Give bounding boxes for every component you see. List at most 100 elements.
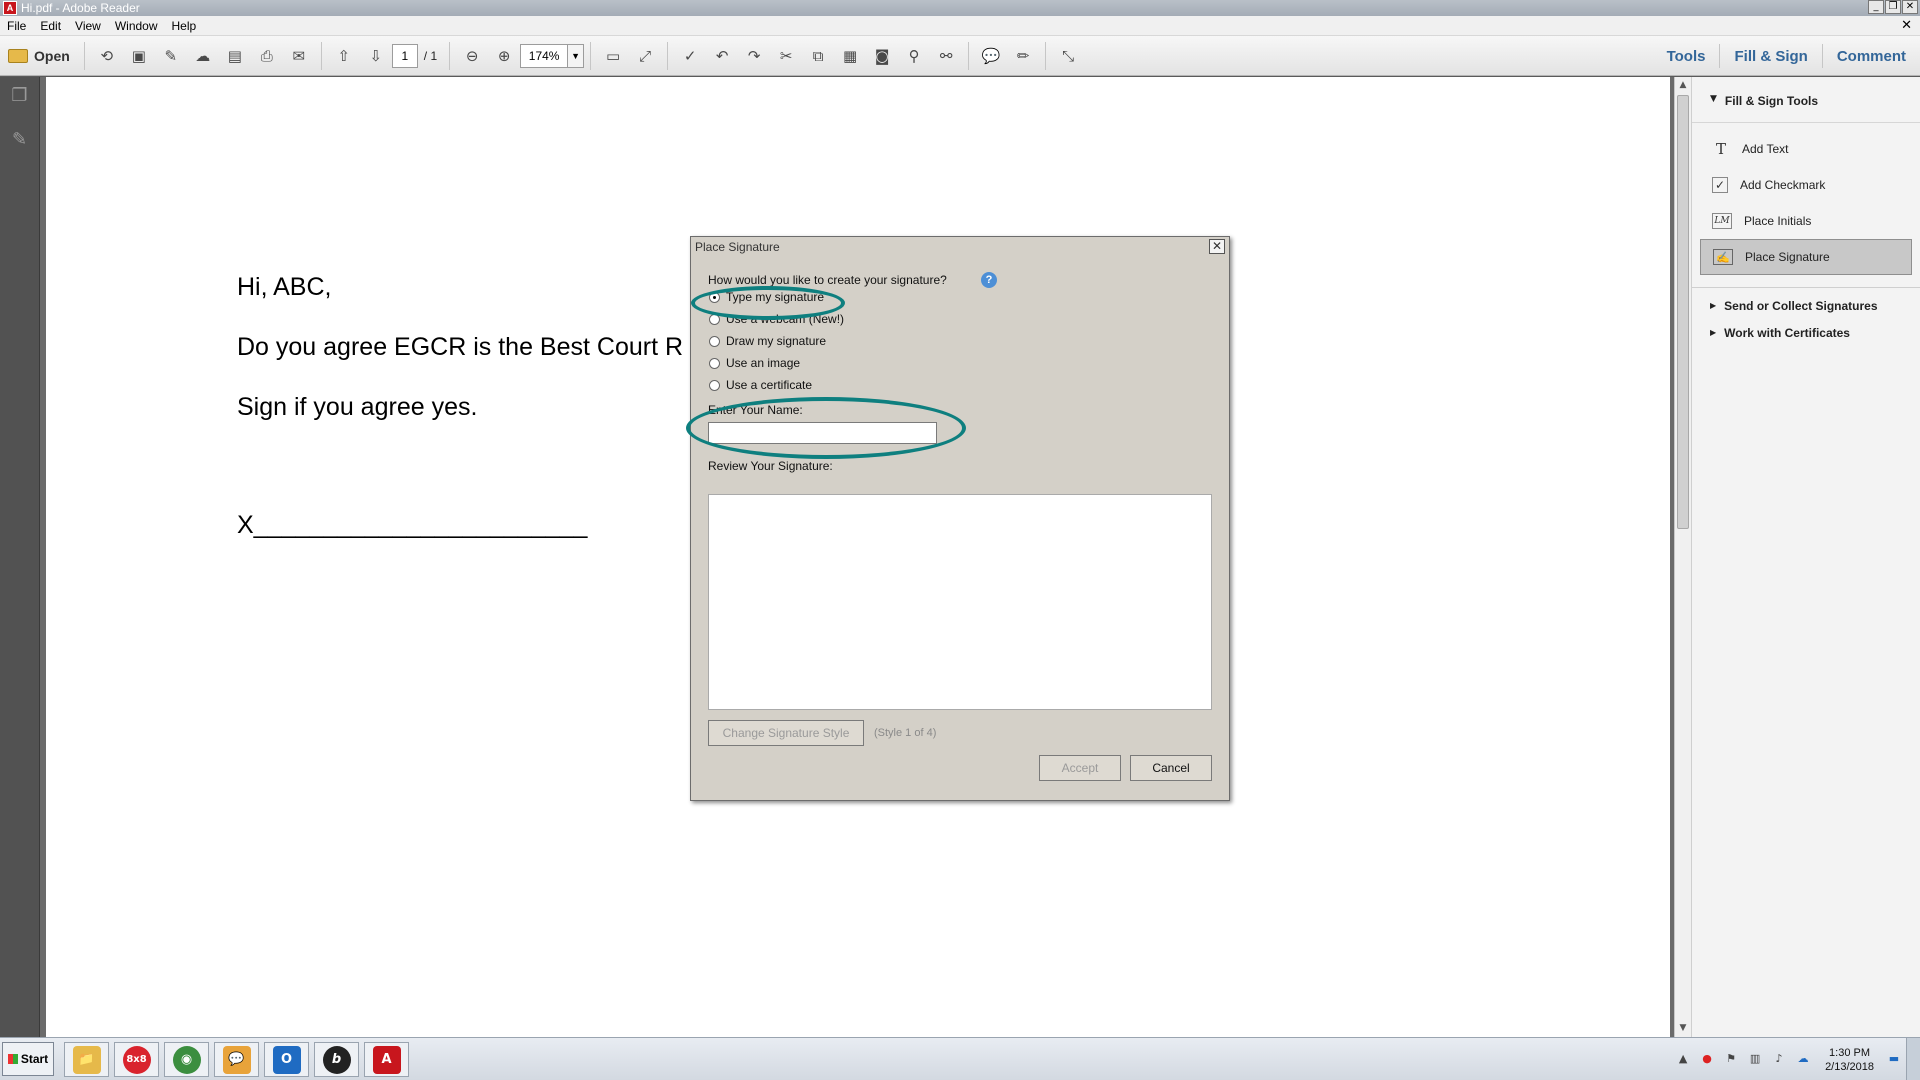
zoom-in-icon[interactable]: ⊕ (490, 42, 518, 70)
tray-red-app-icon[interactable]: ● (1699, 1052, 1715, 1068)
radio-use-image[interactable] (709, 357, 720, 369)
place-initials-tool[interactable]: LM Place Initials (1692, 203, 1920, 239)
edit-pdf-icon[interactable]: ✎ (157, 42, 185, 70)
full-screen-icon[interactable]: ⤢ (631, 42, 659, 70)
work-with-certificates-label: Work with Certificates (1724, 325, 1850, 340)
accept-button[interactable]: Accept (1039, 755, 1121, 781)
tab-fill-and-sign[interactable]: Fill & Sign (1719, 44, 1821, 68)
option-use-image[interactable]: Use an image (709, 356, 800, 370)
windows-logo-icon (7, 1054, 18, 1064)
tab-comment[interactable]: Comment (1821, 44, 1920, 68)
minimize-button[interactable]: _ (1868, 0, 1884, 14)
highlight-icon[interactable]: ✏ (1009, 42, 1037, 70)
attachments-paperclip-icon[interactable]: ✎ (8, 129, 32, 153)
cut-icon[interactable]: ✂ (772, 42, 800, 70)
upload-cloud-icon[interactable]: ☁ (189, 42, 217, 70)
b-app-icon: b (322, 1045, 351, 1074)
menu-help[interactable]: Help (165, 19, 204, 33)
dialog-close-icon[interactable]: ✕ (1209, 239, 1225, 254)
work-with-certificates-section[interactable]: ▶ Work with Certificates (1692, 319, 1920, 346)
taskbar-8x8[interactable]: 8x8 (114, 1042, 159, 1077)
previous-page-icon[interactable]: ⇧ (330, 42, 358, 70)
option-use-certificate[interactable]: Use a certificate (709, 378, 812, 392)
clock-date: 2/13/2018 (1825, 1060, 1874, 1073)
taskbar-file-explorer[interactable]: 📁 (64, 1042, 109, 1077)
place-initials-label: Place Initials (1744, 214, 1812, 228)
fit-page-icon[interactable]: ▭ (599, 42, 627, 70)
dialog-title-bar: Place Signature ✕ (691, 237, 1229, 257)
add-checkmark-tool[interactable]: ✓ Add Checkmark (1692, 167, 1920, 203)
taskbar-outlook[interactable]: O (264, 1042, 309, 1077)
cloud-icon[interactable]: ☁ (1795, 1052, 1811, 1068)
restore-button[interactable]: ❐ (1885, 0, 1901, 14)
page-thumbnails-icon[interactable]: ❐ (8, 85, 32, 109)
change-signature-style-button[interactable]: Change Signature Style (708, 720, 864, 746)
radio-draw-signature[interactable] (709, 335, 720, 347)
scroll-down-icon[interactable]: ▼ (1675, 1020, 1691, 1037)
close-document-icon[interactable]: ✕ (1901, 18, 1912, 33)
menu-file[interactable]: File (0, 19, 33, 33)
system-clock[interactable]: 1:30 PM 2/13/2018 (1825, 1046, 1874, 1074)
print-icon[interactable]: ⎙ (253, 42, 281, 70)
help-icon[interactable]: ? (981, 272, 997, 288)
page-number-input[interactable]: 1 (391, 43, 418, 68)
save-icon[interactable]: ▤ (221, 42, 249, 70)
volume-icon[interactable]: ♪ (1771, 1052, 1787, 1068)
start-button[interactable]: Start (2, 1042, 54, 1076)
add-text-tool[interactable]: T Add Text (1692, 131, 1920, 167)
export-pdf-icon[interactable]: ▣ (125, 42, 153, 70)
zoom-out-icon[interactable]: ⊖ (458, 42, 486, 70)
tray-expand-icon[interactable]: ▲ (1675, 1052, 1691, 1068)
place-signature-label: Place Signature (1745, 250, 1830, 264)
spell-check-icon[interactable]: ✓ (676, 42, 704, 70)
doc-line-greeting: Hi, ABC, (237, 273, 332, 301)
outlook-icon: O (272, 1045, 301, 1074)
close-window-button[interactable]: ✕ (1902, 0, 1918, 14)
zoom-level-input[interactable]: 174% (520, 43, 569, 68)
taskbar-app-b[interactable]: b (314, 1042, 359, 1077)
create-pdf-icon[interactable]: ⟲ (93, 42, 121, 70)
send-collect-signatures-section[interactable]: ▶ Send or Collect Signatures (1692, 292, 1920, 319)
scrollbar-thumb[interactable] (1677, 95, 1689, 529)
expand-arrow-icon: ▶ (1710, 301, 1717, 310)
open-button[interactable]: Open (0, 48, 78, 64)
option-draw-signature[interactable]: Draw my signature (709, 334, 826, 348)
show-desktop-button[interactable] (1906, 1038, 1920, 1080)
undo-icon[interactable]: ↶ (708, 42, 736, 70)
taskbar-chrome[interactable]: ◉ (164, 1042, 209, 1077)
folder-icon: 📁 (72, 1045, 101, 1074)
scroll-up-icon[interactable]: ▲ (1675, 77, 1691, 94)
zoom-dropdown-icon[interactable]: ▼ (568, 43, 585, 68)
network-icon[interactable]: ▥ (1747, 1052, 1763, 1068)
signature-icon: ✍ (1713, 249, 1733, 265)
place-signature-dialog: Place Signature ✕ How would you like to … (690, 236, 1230, 801)
taskbar-acrobat[interactable]: A (364, 1042, 409, 1077)
radio-use-certificate[interactable] (709, 379, 720, 391)
expand-arrow-icon: ▶ (1710, 328, 1717, 337)
option-use-image-label: Use an image (726, 356, 801, 370)
redo-icon[interactable]: ↷ (740, 42, 768, 70)
expand-icon[interactable]: ⤡ (1054, 42, 1082, 70)
menu-edit[interactable]: Edit (33, 19, 68, 33)
chat-bubble-icon: 💬 (222, 1045, 251, 1074)
search-icon[interactable]: ⚲ (900, 42, 928, 70)
snapshot-icon[interactable]: ◙ (868, 42, 896, 70)
sticky-note-icon[interactable]: 💬 (977, 42, 1005, 70)
menu-view[interactable]: View (68, 19, 108, 33)
copy-icon[interactable]: ⧉ (804, 42, 832, 70)
find-binoculars-icon[interactable]: ⚯ (932, 42, 960, 70)
email-icon[interactable]: ✉ (285, 42, 313, 70)
toolbar-separator (449, 41, 451, 70)
menu-window[interactable]: Window (108, 19, 165, 33)
taskbar-messenger[interactable]: 💬 (214, 1042, 259, 1077)
place-signature-tool[interactable]: ✍ Place Signature (1700, 239, 1912, 275)
paste-icon[interactable]: ▦ (836, 42, 864, 70)
vertical-scrollbar[interactable]: ▲ ▼ (1674, 77, 1691, 1037)
cancel-button[interactable]: Cancel (1130, 755, 1212, 781)
fill-sign-tools-header[interactable]: ▼ Fill & Sign Tools (1692, 77, 1920, 123)
next-page-icon[interactable]: ⇩ (362, 42, 390, 70)
action-center-icon[interactable]: ▬ (1886, 1052, 1902, 1068)
signature-preview-box (708, 494, 1212, 710)
tab-tools[interactable]: Tools (1653, 44, 1720, 68)
flag-icon[interactable]: ⚑ (1723, 1052, 1739, 1068)
